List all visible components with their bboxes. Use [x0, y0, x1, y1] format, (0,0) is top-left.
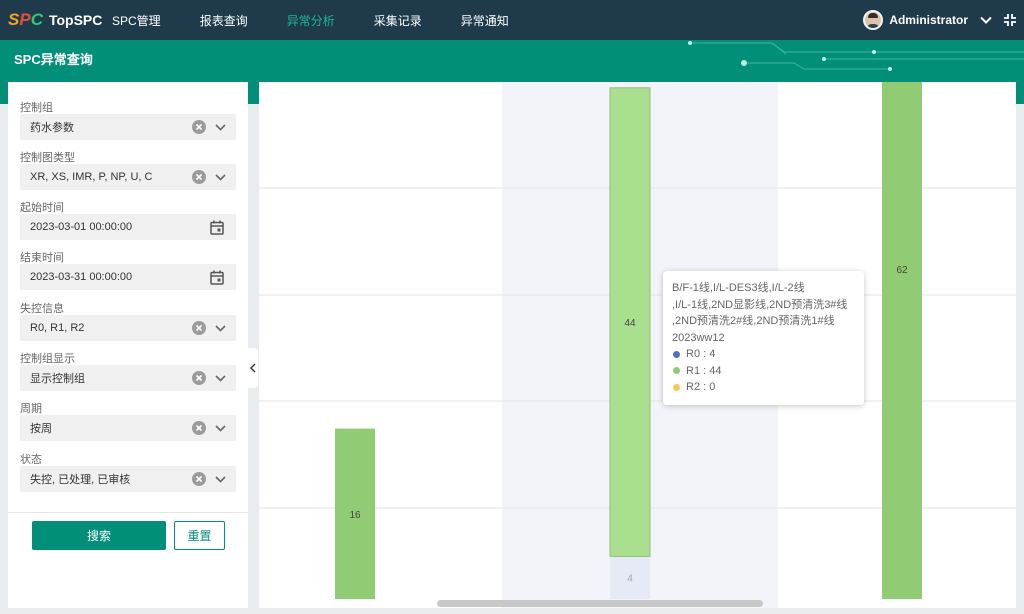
bar-r1 — [882, 82, 922, 599]
chevron-down-icon[interactable] — [212, 420, 228, 436]
panel-divider — [8, 512, 248, 513]
r1-legend-dot — [673, 367, 680, 375]
page-title: SPC异常查询 — [14, 52, 93, 67]
bar-value-label: 44 — [624, 318, 636, 329]
circuit-decoration — [688, 41, 1024, 71]
tooltip-title-line: ,2ND预清洗2#线,2ND预清洗1#线 — [672, 315, 835, 327]
reset-button[interactable]: 重置 — [174, 521, 225, 550]
tooltip-category: 2023ww12 — [672, 331, 725, 344]
end-time-value: 2023-03-31 00:00:00 — [30, 271, 133, 283]
search-button[interactable]: 搜索 — [32, 521, 166, 550]
control-group-select[interactable]: 药水参数 — [20, 114, 236, 140]
username[interactable]: Administrator — [889, 13, 968, 27]
chart-type-select[interactable]: XR, XS, IMR, P, NP, U, C — [20, 164, 236, 190]
status-select[interactable]: 失控, 已处理, 已审核 — [20, 466, 236, 492]
bar-value-label: 16 — [349, 510, 361, 521]
tooltip-series-value: 44 — [709, 364, 722, 377]
nav-report-query[interactable]: 报表查询 — [200, 12, 248, 29]
chart-type-label: 控制图类型 — [20, 152, 75, 164]
exit-fullscreen-icon[interactable] — [1002, 12, 1018, 28]
nav-spc-management[interactable]: SPC管理 — [112, 12, 161, 29]
calendar-icon[interactable] — [209, 219, 225, 235]
out-of-control-select[interactable]: R0, R1, R2 — [20, 315, 236, 341]
tooltip-row-r1: R1 : 44 — [672, 363, 855, 380]
filter-panel: 控制组 药水参数 控制图类型 XR, XS, IMR, P, NP, U, C … — [8, 82, 248, 608]
logo-mark: SPC — [8, 10, 43, 29]
tooltip-series-name: R1 — [686, 364, 701, 377]
tooltip-title-line: ,I/L-1线,2ND显影线,2ND预清洗3#线 — [672, 298, 848, 311]
anomaly-chart: 16 4 44 62 — [259, 82, 1016, 608]
group-display-value: 显示控制组 — [30, 373, 85, 385]
collapse-panel-handle[interactable] — [248, 348, 258, 388]
nav-anomaly-notice[interactable]: 异常通知 — [461, 12, 509, 29]
out-of-control-value: R0, R1, R2 — [30, 322, 85, 334]
chevron-down-icon[interactable] — [212, 169, 228, 185]
control-group-label: 控制组 — [20, 102, 53, 114]
clear-icon[interactable] — [191, 471, 207, 487]
status-value: 失控, 已处理, 已审核 — [30, 474, 131, 486]
clear-icon[interactable] — [191, 320, 207, 336]
chevron-down-icon[interactable] — [978, 12, 994, 28]
app-logo[interactable]: SPC TopSPC — [8, 10, 108, 30]
logo-text: TopSPC — [48, 12, 103, 28]
start-time-field[interactable]: 2023-03-01 00:00:00 — [20, 214, 236, 240]
tooltip-series-name: R0 — [686, 348, 701, 360]
right-gutter — [1016, 104, 1024, 614]
top-navbar: SPC TopSPC SPC管理 报表查询 异常分析 采集记录 异常通知 Adm… — [0, 0, 1024, 40]
start-time-label: 起始时间 — [20, 202, 64, 214]
tooltip-series-value: 4 — [709, 348, 716, 360]
period-select[interactable]: 按周 — [20, 415, 236, 441]
nav-collection-records[interactable]: 采集记录 — [374, 12, 422, 29]
calendar-icon[interactable] — [209, 269, 225, 285]
out-of-control-label: 失控信息 — [20, 303, 64, 315]
chevron-down-icon[interactable] — [212, 320, 228, 336]
group-display-select[interactable]: 显示控制组 — [20, 365, 236, 391]
chevron-down-icon[interactable] — [212, 471, 228, 487]
user-area: Administrator — [863, 0, 1024, 40]
nav-anomaly-analysis[interactable]: 异常分析 — [287, 12, 335, 29]
end-time-field[interactable]: 2023-03-31 00:00:00 — [20, 264, 236, 290]
bar-chart: 1644462 — [259, 82, 1016, 608]
clear-icon[interactable] — [191, 370, 207, 386]
r2-legend-dot — [673, 383, 680, 391]
clear-icon[interactable] — [191, 169, 207, 185]
chevron-down-icon[interactable] — [212, 119, 228, 135]
bar-value-label: 4 — [627, 574, 633, 585]
r0-legend-dot — [673, 350, 680, 358]
avatar[interactable] — [863, 10, 884, 30]
tooltip-series-value: 0 — [709, 381, 716, 393]
tooltip-title-line: B/F-1线,I/L-DES3线,I/L-2线 — [672, 282, 805, 294]
period-value: 按周 — [30, 423, 52, 435]
main-nav: SPC管理 报表查询 异常分析 采集记录 异常通知 — [112, 12, 548, 29]
chevron-down-icon[interactable] — [212, 370, 228, 386]
start-time-value: 2023-03-01 00:00:00 — [30, 221, 133, 233]
status-label: 状态 — [20, 454, 42, 466]
tooltip-row-r0: R0 : 4 — [672, 346, 855, 363]
chevron-left-icon — [250, 363, 256, 373]
horizontal-scrollbar[interactable] — [437, 600, 763, 607]
tooltip-series-name: R2 — [686, 381, 701, 393]
clear-icon[interactable] — [191, 119, 207, 135]
chart-tooltip: B/F-1线,I/L-DES3线,I/L-2线 ,I/L-1线,2ND显影线,2… — [663, 271, 864, 405]
chart-type-value: XR, XS, IMR, P, NP, U, C — [30, 171, 153, 183]
tooltip-row-r2: R2 : 0 — [672, 379, 855, 396]
group-display-label: 控制组显示 — [20, 353, 75, 365]
end-time-label: 结束时间 — [20, 252, 64, 264]
clear-icon[interactable] — [191, 420, 207, 436]
control-group-value: 药水参数 — [30, 122, 74, 134]
bar-value-label: 62 — [896, 265, 908, 276]
period-label: 周期 — [20, 403, 42, 415]
